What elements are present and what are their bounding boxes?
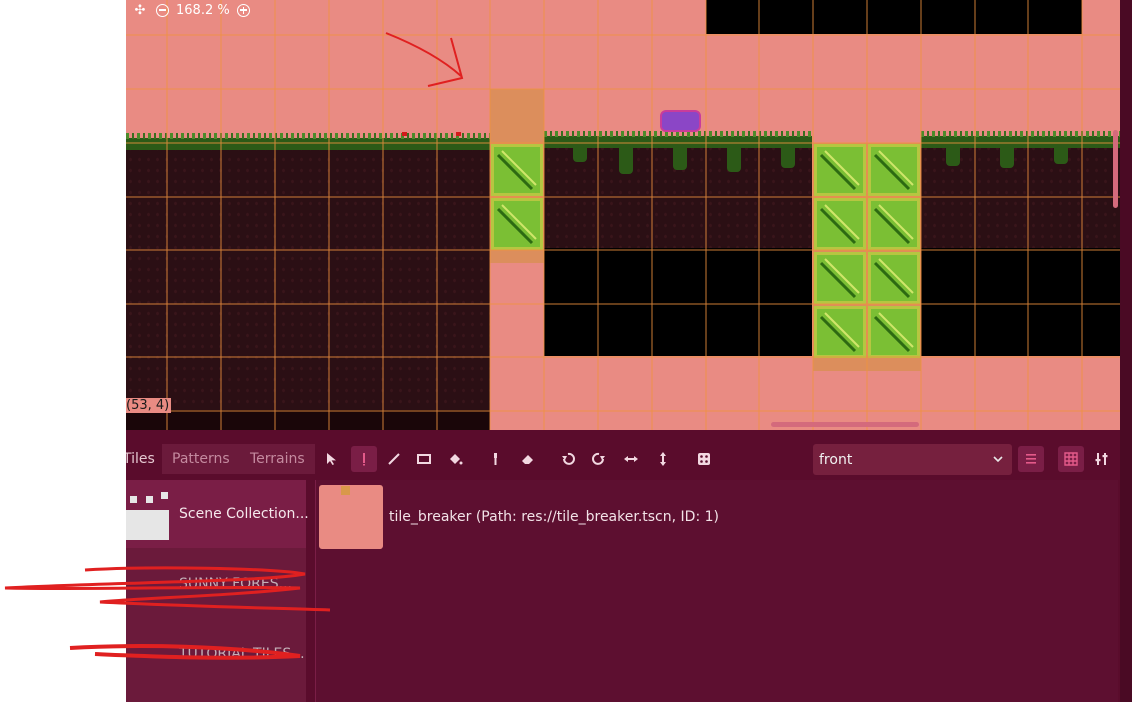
list-view-icon[interactable] — [1018, 446, 1044, 472]
reset-zoom-icon[interactable]: ✣ — [132, 2, 148, 18]
source-thumbnail — [126, 510, 169, 540]
empty-region-top — [706, 0, 1082, 34]
chevron-down-icon — [993, 456, 1003, 463]
tile-sources-list: Scene Collection... SUNNY FORES... TUTOR… — [126, 480, 309, 702]
source-label: Scene Collection... — [179, 506, 309, 522]
spawn-object[interactable] — [660, 110, 701, 132]
flip-horizontal-icon[interactable] — [618, 446, 644, 472]
grass-root — [619, 146, 633, 174]
layer-select[interactable]: front — [813, 444, 1012, 475]
tilemap-viewport[interactable]: ✣ 168.2 % (53, 4) — [126, 0, 1120, 430]
source-label: TUTORIAL TILES... — [179, 646, 305, 662]
red-flower — [402, 132, 407, 136]
rotate-left-icon[interactable] — [555, 446, 581, 472]
tab-tiles[interactable]: Tiles — [126, 451, 155, 467]
rectangle-icon[interactable] — [411, 446, 437, 472]
source-thumb-pixel — [146, 496, 153, 503]
grass-root — [727, 146, 741, 172]
vertical-scrollbar[interactable] — [1113, 130, 1118, 208]
grid-view-icon[interactable] — [1058, 446, 1084, 472]
tab-terrains[interactable]: Terrains — [240, 444, 315, 474]
tile-marker — [341, 486, 350, 495]
eyedropper-icon[interactable] — [482, 446, 508, 472]
layer-select-value: front — [819, 451, 853, 468]
flip-vertical-icon[interactable] — [650, 446, 676, 472]
breaker-tile — [814, 306, 866, 358]
tile-thumbnail[interactable] — [319, 485, 383, 549]
eraser-icon[interactable] — [515, 446, 541, 472]
tilemap-toolbar: Tiles Patterns Terrains front — [126, 437, 1132, 481]
source-thumb-pixel — [130, 496, 137, 503]
zoom-level: 168.2 % — [176, 2, 230, 18]
pencil-icon[interactable] — [351, 446, 377, 472]
line-icon[interactable] — [381, 446, 407, 472]
tilemap-editor: ✣ 168.2 % (53, 4) Tiles Patterns Terrain… — [126, 0, 1132, 702]
breaker-tile — [868, 306, 920, 358]
breaker-tile — [491, 198, 543, 250]
source-item-sunny-forest[interactable]: SUNNY FORES... — [126, 550, 306, 618]
grass-root — [573, 146, 587, 162]
grass-left — [126, 133, 490, 150]
cell-coordinate: (53, 4) — [126, 398, 172, 413]
annotation-arrow — [385, 32, 464, 87]
bucket-icon[interactable] — [442, 446, 468, 472]
grass-root — [1000, 146, 1014, 168]
breaker-tile — [814, 198, 866, 250]
empty-region-mid — [544, 248, 812, 356]
source-item-scene-collection[interactable]: Scene Collection... — [126, 480, 309, 548]
grass-root — [673, 146, 687, 170]
tools-settings-icon[interactable] — [1089, 446, 1115, 472]
pointer-icon[interactable] — [319, 446, 345, 472]
tile-description: tile_breaker (Path: res://tile_breaker.t… — [389, 509, 719, 525]
dirt-left — [126, 143, 490, 413]
tile-list: tile_breaker (Path: res://tile_breaker.t… — [315, 480, 1118, 702]
grass-root — [946, 146, 960, 166]
breaker-tile — [814, 252, 866, 304]
horizontal-scrollbar[interactable] — [771, 422, 919, 427]
zoom-in-icon[interactable] — [236, 2, 252, 18]
zoom-out-icon[interactable] — [154, 2, 170, 18]
rotate-right-icon[interactable] — [586, 446, 612, 472]
red-flower — [456, 132, 461, 136]
dirt-bottom-strip — [126, 410, 490, 430]
breaker-tile — [868, 252, 920, 304]
dice-icon[interactable] — [691, 446, 717, 472]
panel-edge — [1120, 0, 1132, 702]
tab-patterns[interactable]: Patterns — [162, 444, 240, 474]
grass-root — [1054, 146, 1068, 164]
breaker-tile — [814, 144, 866, 196]
source-label: SUNNY FORES... — [179, 576, 292, 592]
breaker-tile — [868, 198, 920, 250]
breaker-tile — [491, 144, 543, 196]
grass-root — [781, 146, 795, 168]
zoom-controls: ✣ 168.2 % — [132, 1, 252, 19]
source-thumb-pixel — [161, 492, 168, 499]
empty-region-right — [921, 248, 1120, 356]
breaker-tile — [868, 144, 920, 196]
source-item-tutorial-tiles[interactable]: TUTORIAL TILES... — [126, 620, 306, 688]
